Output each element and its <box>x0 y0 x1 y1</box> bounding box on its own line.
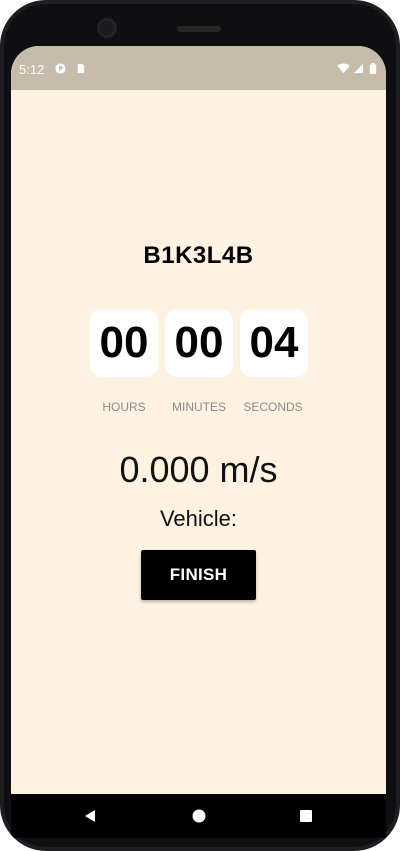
notification-app-icon <box>55 63 66 74</box>
home-button[interactable] <box>177 794 221 838</box>
seconds-label: SECONDS <box>243 400 303 414</box>
home-icon <box>192 809 206 823</box>
minutes-value: 00 <box>165 309 233 377</box>
front-camera <box>97 18 117 38</box>
hours-label: HOURS <box>102 400 146 414</box>
wifi-icon <box>337 63 350 74</box>
recents-button[interactable] <box>284 794 328 838</box>
signal-icon <box>353 63 364 74</box>
battery-icon <box>369 63 377 74</box>
timer-display: 00 00 04 <box>90 309 308 377</box>
earpiece-speaker <box>177 26 221 32</box>
status-time: 5:12 <box>19 62 45 77</box>
status-bar: 5:12 <box>11 46 386 90</box>
app-screen: 5:12 B1K3L4B 00 00 04 HOURS MINUTES SECO… <box>11 46 386 794</box>
recents-icon <box>300 810 312 822</box>
minutes-label: MINUTES <box>172 400 226 414</box>
finish-button[interactable]: FINISH <box>141 550 256 600</box>
speed-readout: 0.000 m/s <box>119 449 278 490</box>
navigation-bar <box>11 794 386 838</box>
sd-card-icon <box>77 63 85 74</box>
app-title: B1K3L4B <box>143 242 254 269</box>
device-frame: 5:12 B1K3L4B 00 00 04 HOURS MINUTES SECO… <box>0 0 400 851</box>
hours-value: 00 <box>90 309 158 377</box>
seconds-value: 04 <box>240 309 308 377</box>
back-button[interactable] <box>68 794 112 838</box>
vehicle-label: Vehicle: <box>159 506 238 531</box>
back-icon <box>85 810 95 822</box>
